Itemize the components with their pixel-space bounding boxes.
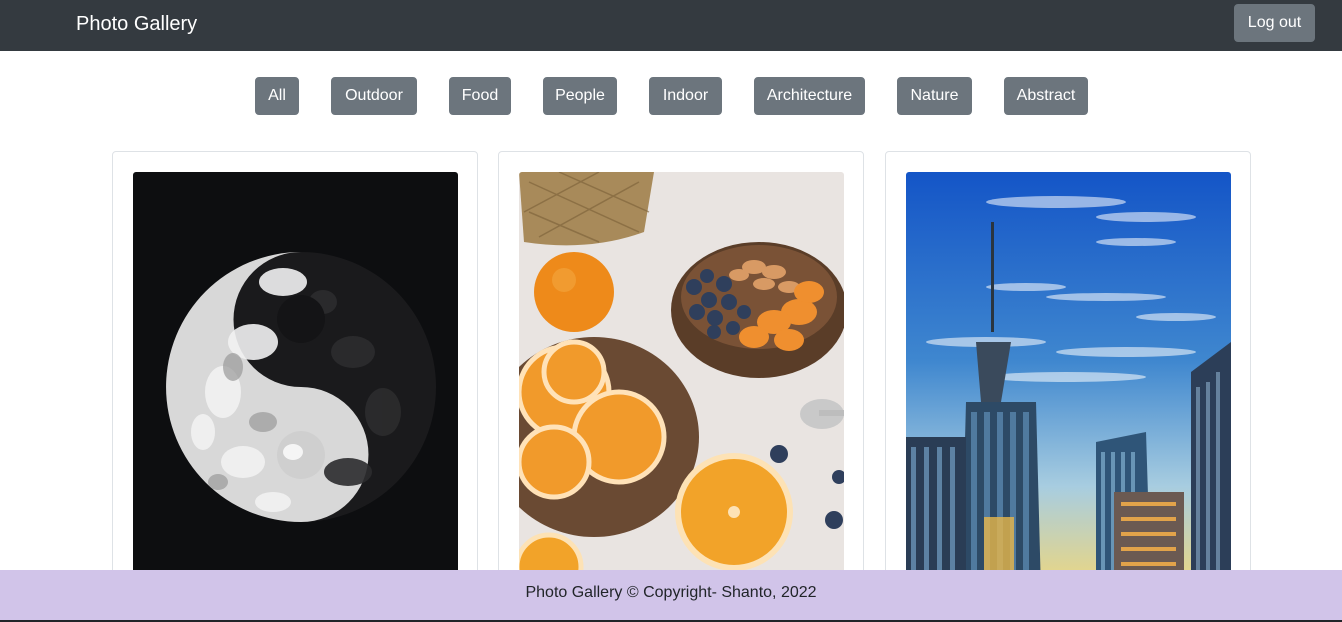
category-filter-bar: All Outdoor Food People Indoor Architect…: [0, 77, 1342, 115]
filter-indoor-button[interactable]: Indoor: [649, 77, 722, 115]
photo-card: [498, 151, 864, 611]
photo-card: [112, 151, 478, 611]
filter-all-button[interactable]: All: [255, 77, 299, 115]
footer-copyright-text: Photo Gallery © Copyright- Shanto, 2022: [525, 584, 817, 601]
filter-outdoor-button[interactable]: Outdoor: [331, 77, 417, 115]
footer: Photo Gallery © Copyright- Shanto, 2022: [0, 570, 1342, 620]
photo-card: [885, 151, 1251, 611]
navbar: Photo Gallery Log out: [0, 0, 1342, 51]
filter-people-button[interactable]: People: [543, 77, 617, 115]
filter-abstract-button[interactable]: Abstract: [1004, 77, 1088, 115]
filter-food-button[interactable]: Food: [449, 77, 511, 115]
filter-nature-button[interactable]: Nature: [897, 77, 972, 115]
food-bowls-photo[interactable]: [519, 172, 844, 592]
yin-yang-photo[interactable]: [133, 172, 458, 592]
brand-link[interactable]: Photo Gallery: [76, 11, 197, 37]
logout-button[interactable]: Log out: [1234, 4, 1315, 42]
filter-architecture-button[interactable]: Architecture: [754, 77, 865, 115]
city-skyline-photo[interactable]: [906, 172, 1231, 592]
